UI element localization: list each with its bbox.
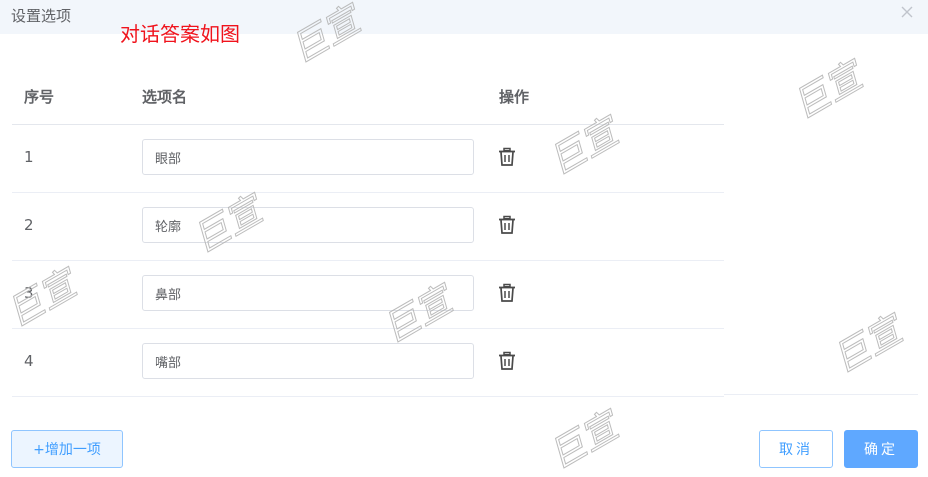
row-index: 2 <box>24 216 34 234</box>
answer-annotation: 对话答案如图 <box>120 22 240 46</box>
close-icon <box>901 6 913 18</box>
table-header: 序号 选项名 操作 <box>12 70 724 125</box>
trash-icon <box>499 147 515 166</box>
trash-icon <box>499 215 515 234</box>
delete-button[interactable] <box>498 351 516 371</box>
delete-button[interactable] <box>498 283 516 303</box>
delete-button[interactable] <box>498 215 516 235</box>
table-row: 2 <box>12 193 724 261</box>
option-name-input[interactable] <box>142 275 474 311</box>
row-index: 3 <box>24 284 34 302</box>
cancel-button[interactable]: 取消 <box>759 430 833 468</box>
header-action: 操作 <box>499 88 530 106</box>
header-option-name: 选项名 <box>142 88 188 106</box>
row-index: 4 <box>24 352 34 370</box>
dialog-title: 设置选项 <box>11 7 72 25</box>
options-table: 序号 选项名 操作 1 2 <box>12 70 724 397</box>
option-name-input[interactable] <box>142 207 474 243</box>
table-row: 3 <box>12 261 724 329</box>
table-row: 4 <box>12 329 724 397</box>
trash-icon <box>499 283 515 302</box>
confirm-button[interactable]: 确定 <box>844 430 918 468</box>
header-index: 序号 <box>24 88 55 106</box>
watermark: 巨宣 <box>786 55 870 128</box>
row-index: 1 <box>24 148 34 166</box>
add-option-button[interactable]: +增加一项 <box>11 430 123 468</box>
trash-icon <box>499 351 515 370</box>
option-name-input[interactable] <box>142 343 474 379</box>
close-button[interactable] <box>899 4 915 20</box>
divider <box>724 394 918 395</box>
table-row: 1 <box>12 125 724 193</box>
watermark: 巨宣 <box>542 405 626 477</box>
watermark: 巨宣 <box>826 309 910 382</box>
option-name-input[interactable] <box>142 139 474 175</box>
delete-button[interactable] <box>498 147 516 167</box>
